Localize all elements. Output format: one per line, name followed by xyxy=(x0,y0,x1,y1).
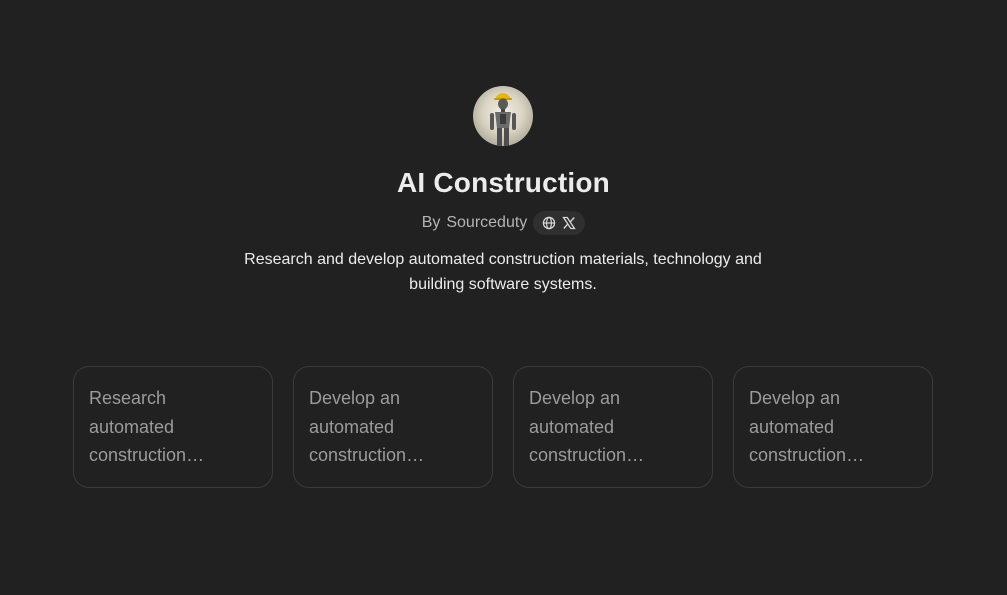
starter-text: Develop an automated construction system xyxy=(309,388,407,465)
starter-text: Research automated construction material… xyxy=(89,388,187,465)
gpt-avatar xyxy=(473,86,533,146)
author-name: Sourceduty xyxy=(446,214,528,231)
starter-card[interactable]: Develop an automated construction robot xyxy=(513,366,713,488)
starter-card[interactable]: Develop an automated construction system xyxy=(293,366,493,488)
gpt-description: Research and develop automated construct… xyxy=(244,251,762,293)
author-byline: By Sourceduty xyxy=(0,211,1007,235)
conversation-starters: Research automated construction material… xyxy=(73,366,933,488)
starter-text: Develop an automated construction robot xyxy=(529,388,627,465)
starter-card[interactable]: Develop an automated construction softwa… xyxy=(733,366,933,488)
x-logo-icon[interactable] xyxy=(562,216,577,230)
author-prefix: By xyxy=(421,214,441,231)
robot-avatar-icon xyxy=(490,93,516,146)
gpt-title: AI Construction xyxy=(397,167,610,198)
starter-card[interactable]: Research automated construction material… xyxy=(73,366,273,488)
globe-icon[interactable] xyxy=(542,216,556,230)
social-links xyxy=(533,211,586,235)
starter-text: Develop an automated construction softwa… xyxy=(749,388,847,465)
